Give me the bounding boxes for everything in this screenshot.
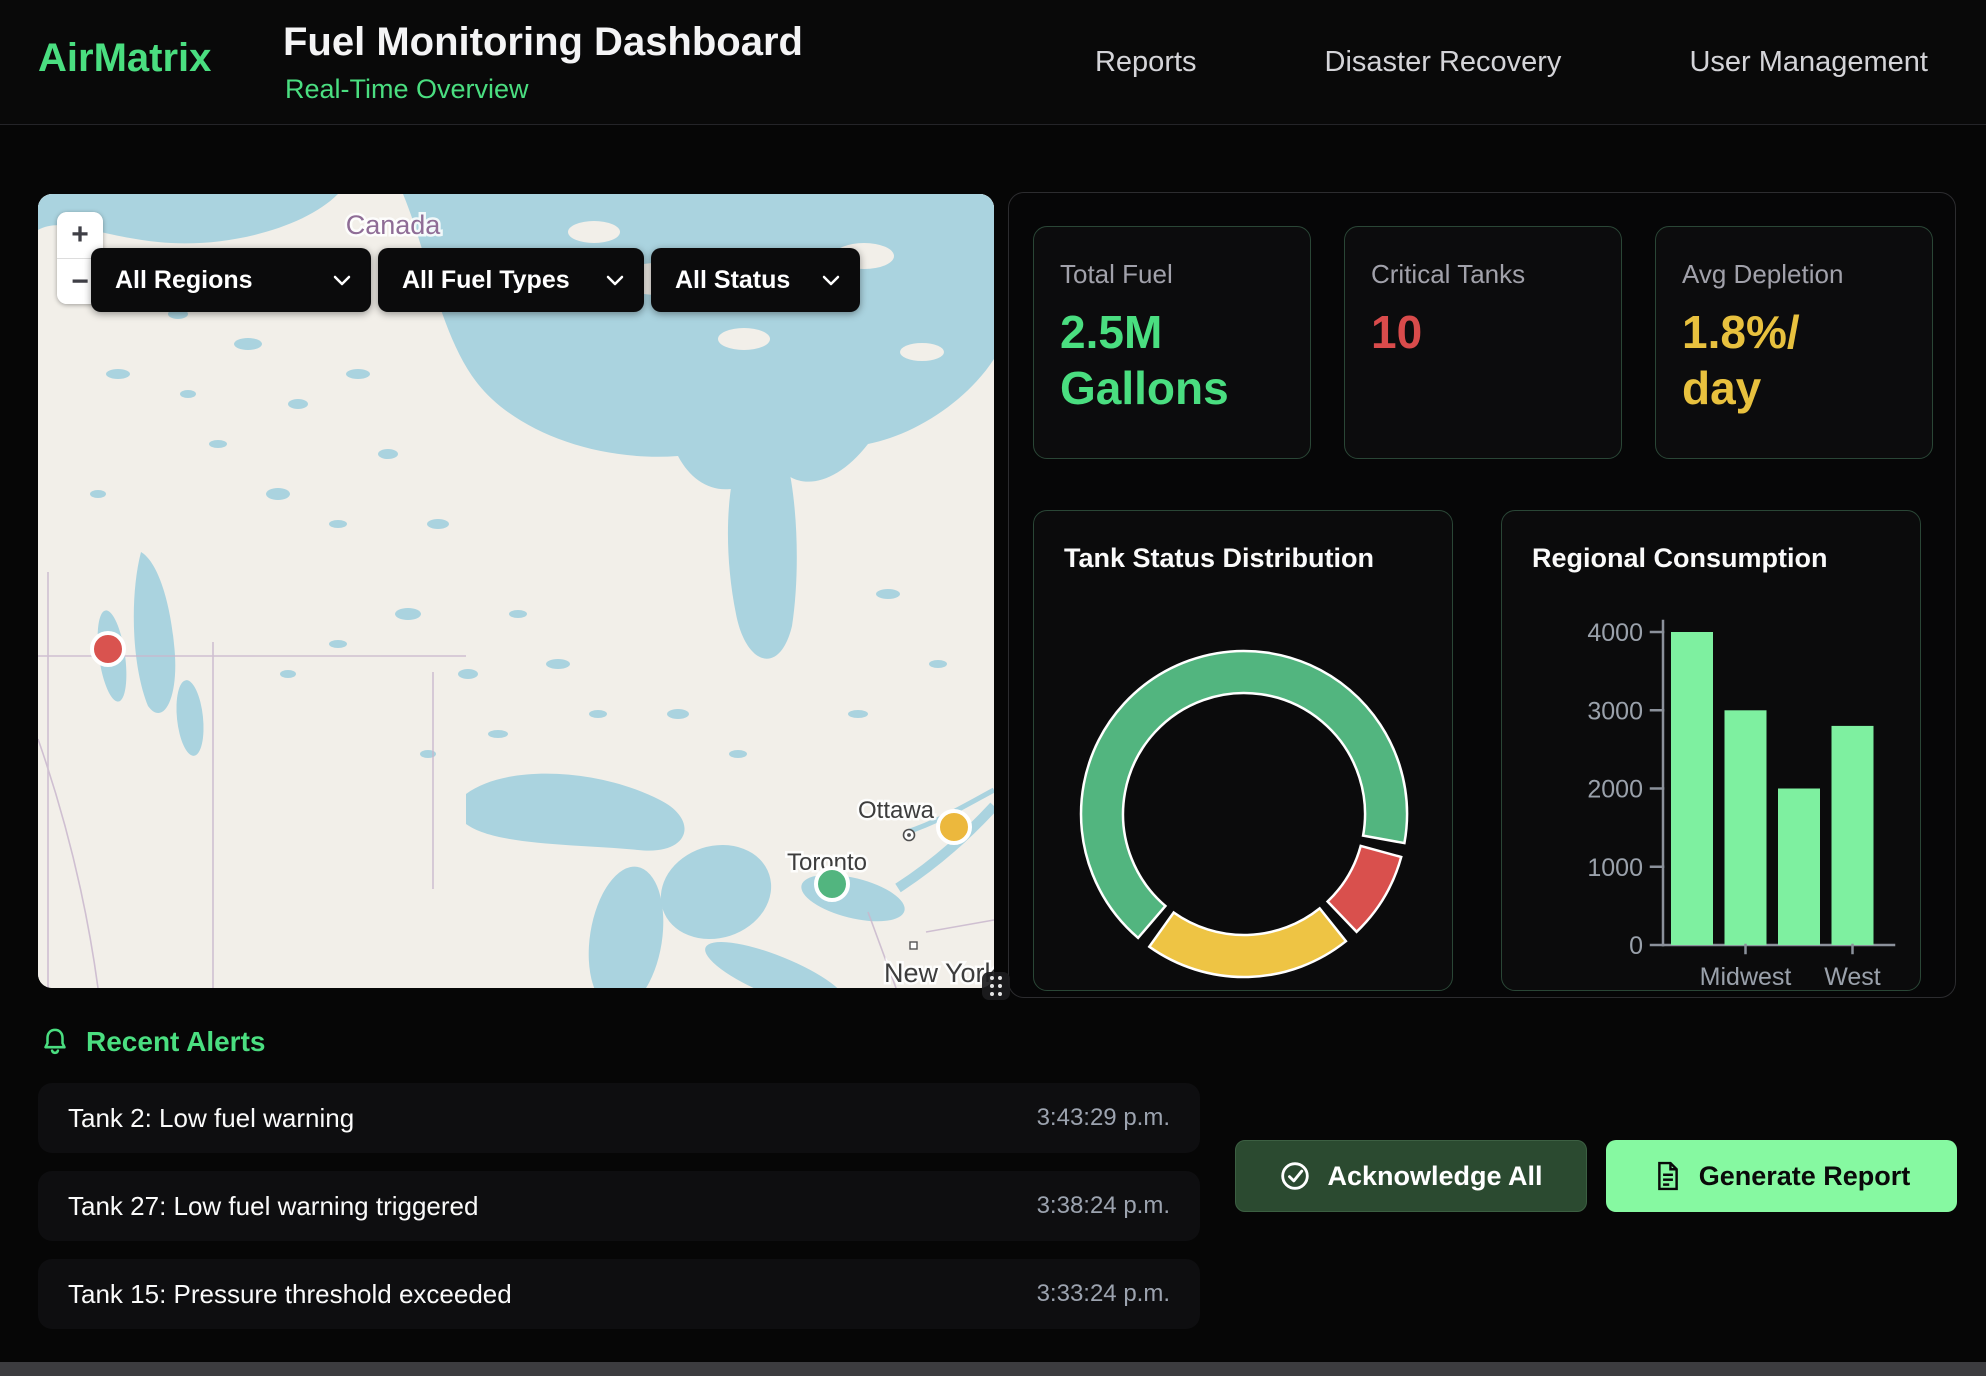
tank-status-donut-chart [1034,581,1453,991]
alerts-title: Recent Alerts [86,1026,265,1058]
donut-segment-warning [1149,908,1346,977]
acknowledge-all-label: Acknowledge All [1327,1161,1542,1192]
stat-card-avg-depletion: Avg Depletion 1.8%/day [1655,226,1933,459]
page-title: Fuel Monitoring Dashboard [283,20,803,65]
alert-timestamp: 3:43:29 p.m. [1037,1104,1170,1132]
nav-item-disaster-recovery[interactable]: Disaster Recovery [1325,46,1562,79]
x-tick-label: Midwest [1700,963,1792,991]
app-header: AirMatrix Fuel Monitoring Dashboard Real… [0,0,1986,125]
chevron-down-icon [606,274,624,286]
alert-message: Tank 15: Pressure threshold exceeded [68,1279,512,1310]
check-circle-icon [1279,1160,1311,1192]
alert-message: Tank 2: Low fuel warning [68,1103,354,1134]
bar-west [1832,726,1874,945]
acknowledge-all-button[interactable]: Acknowledge All [1235,1140,1587,1212]
regional-consumption-bar-chart: 0 1000 2000 3000 4000 Midwest West [1502,571,1921,991]
y-tick-label: 2000 [1587,776,1643,804]
y-tick-label: 0 [1629,932,1643,960]
document-icon [1653,1160,1683,1192]
regional-consumption-card: Regional Consumption 0 1000 2000 3000 4000 Mi… [1501,510,1921,991]
chevron-down-icon [333,274,351,286]
map-label-new-york: New York [884,958,994,988]
stat-label: Total Fuel [1060,259,1284,290]
overview-panel: Total Fuel 2.5M Gallons Critical Tanks 1… [1008,192,1956,998]
donut-segment-critical [1328,846,1402,932]
stat-value-critical-tanks: 10 [1371,304,1595,360]
alert-message: Tank 27: Low fuel warning triggered [68,1191,478,1222]
map-canvas[interactable]: Canada Ottawa Toronto New York [38,194,994,988]
nav-item-reports[interactable]: Reports [1095,46,1197,79]
chart-title: Tank Status Distribution [1064,543,1374,574]
stat-card-total-fuel: Total Fuel 2.5M Gallons [1033,226,1311,459]
fuel-type-filter-label: All Fuel Types [402,266,570,295]
region-filter-label: All Regions [115,266,253,295]
generate-report-label: Generate Report [1699,1161,1911,1192]
y-tick-label: 3000 [1587,697,1643,725]
stat-label: Avg Depletion [1682,259,1906,290]
status-filter-label: All Status [675,266,790,295]
horizontal-scrollbar[interactable] [0,1362,1986,1376]
x-tick-label: West [1824,963,1881,991]
map-panel: Canada Ottawa Toronto New York + − All R… [38,194,994,988]
brand-logo: AirMatrix [38,36,211,81]
page-subtitle: Real-Time Overview [285,74,529,105]
chevron-down-icon [822,274,840,286]
stat-cards-row: Total Fuel 2.5M Gallons Critical Tanks 1… [1033,226,1933,459]
map-marker-critical[interactable] [92,633,124,665]
generate-report-button[interactable]: Generate Report [1606,1140,1957,1212]
map-marker-warning[interactable] [938,811,970,843]
map-marker-normal[interactable] [816,868,848,900]
bar-northeast [1671,632,1713,945]
nav-item-user-management[interactable]: User Management [1689,46,1928,79]
map-filters: All Regions All Fuel Types All Status [91,248,860,312]
stat-label: Critical Tanks [1371,259,1595,290]
chart-title: Regional Consumption [1532,543,1827,574]
alert-row[interactable]: Tank 2: Low fuel warning 3:43:29 p.m. [38,1083,1200,1153]
y-tick-label: 1000 [1587,854,1643,882]
resize-grip-icon[interactable] [982,972,1010,1000]
stat-value-total-fuel: 2.5M Gallons [1060,304,1284,416]
bar-south [1778,789,1820,946]
map-label-canada: Canada [346,210,442,240]
y-tick-label: 4000 [1587,619,1643,647]
alerts-header: Recent Alerts [40,1026,265,1058]
alert-row[interactable]: Tank 15: Pressure threshold exceeded 3:3… [38,1259,1200,1329]
bell-icon [40,1026,70,1058]
bar-midwest [1725,710,1767,945]
charts-row: Tank Status Distribution Regional Consum… [1033,510,1921,991]
stat-card-critical-tanks: Critical Tanks 10 [1344,226,1622,459]
status-filter-dropdown[interactable]: All Status [651,248,860,312]
region-filter-dropdown[interactable]: All Regions [91,248,371,312]
fuel-type-filter-dropdown[interactable]: All Fuel Types [378,248,644,312]
alert-timestamp: 3:33:24 p.m. [1037,1280,1170,1308]
alert-timestamp: 3:38:24 p.m. [1037,1192,1170,1220]
tank-status-card: Tank Status Distribution [1033,510,1453,991]
main-nav: Reports Disaster Recovery User Managemen… [1095,0,1928,125]
stat-value-avg-depletion: 1.8%/day [1682,304,1816,416]
alert-row[interactable]: Tank 27: Low fuel warning triggered 3:38… [38,1171,1200,1241]
map-label-ottawa: Ottawa [858,797,935,824]
